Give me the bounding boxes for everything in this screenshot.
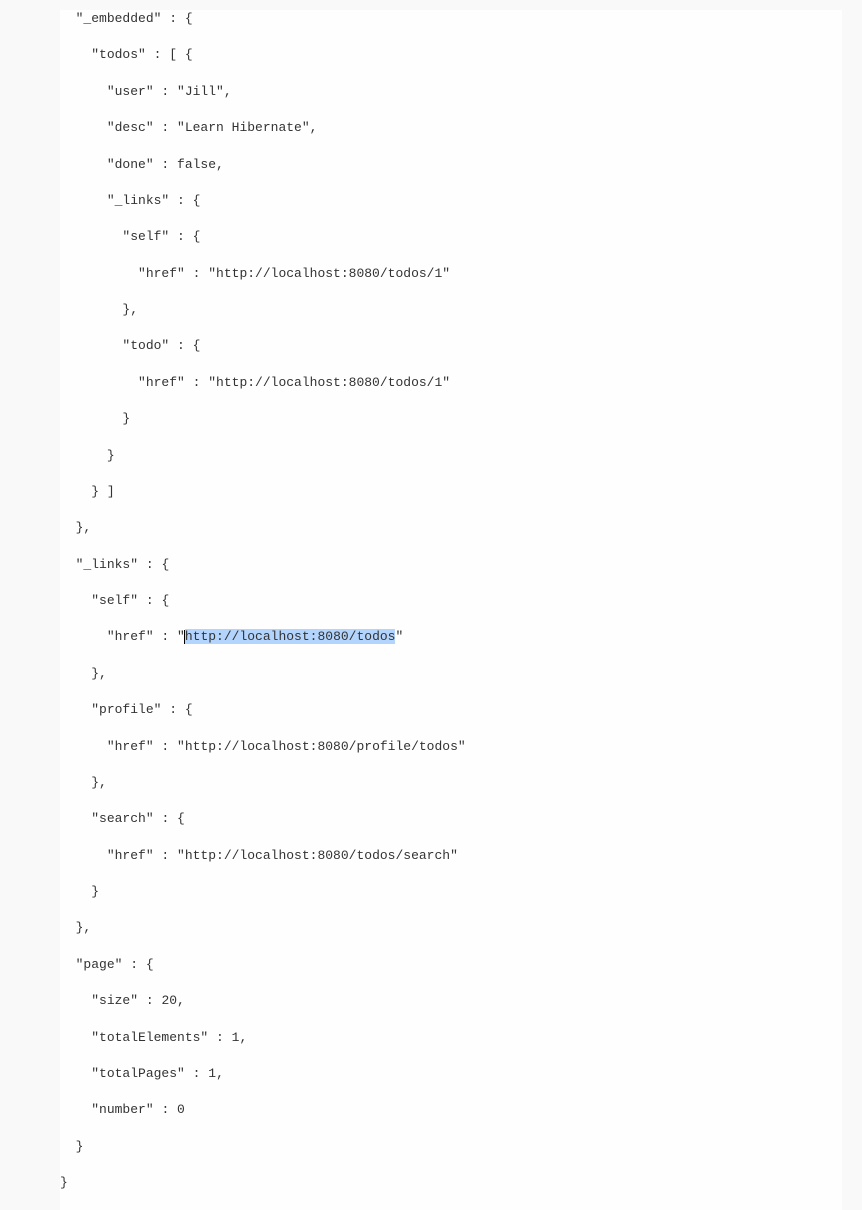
json-line: "totalPages" : 1, bbox=[60, 1065, 842, 1083]
json-line: "desc" : "Learn Hibernate", bbox=[60, 119, 842, 137]
json-line: "_links" : { bbox=[60, 192, 842, 210]
json-key: "totalElements" bbox=[91, 1030, 208, 1045]
json-line: "todo" : { bbox=[60, 337, 842, 355]
json-value: false bbox=[177, 157, 216, 172]
json-line: }, bbox=[60, 665, 842, 683]
json-line: } bbox=[60, 447, 842, 465]
json-line: } ] bbox=[60, 483, 842, 501]
json-line: "totalElements" : 1, bbox=[60, 1029, 842, 1047]
json-key: "desc" bbox=[107, 120, 154, 135]
json-key: "_embedded" bbox=[76, 11, 162, 26]
json-key: "totalPages" bbox=[91, 1066, 185, 1081]
json-line: }, bbox=[60, 301, 842, 319]
json-key: "_links" bbox=[76, 557, 138, 572]
json-line: } bbox=[60, 1174, 842, 1192]
json-line: "self" : { bbox=[60, 592, 842, 610]
json-key: "href" bbox=[107, 848, 154, 863]
json-key: "href" bbox=[138, 266, 185, 281]
json-value: "Jill" bbox=[177, 84, 224, 99]
json-line: "href" : "http://localhost:8080/todos/1" bbox=[60, 374, 842, 392]
json-key: "todos" bbox=[91, 47, 146, 62]
json-line: }, bbox=[60, 774, 842, 792]
json-key: "search" bbox=[91, 811, 153, 826]
json-key: "size" bbox=[91, 993, 138, 1008]
json-value: 20 bbox=[161, 993, 177, 1008]
json-line: } bbox=[60, 1138, 842, 1156]
json-value: "Learn Hibernate" bbox=[177, 120, 310, 135]
json-key: "href" bbox=[138, 375, 185, 390]
json-line: } bbox=[60, 410, 842, 428]
json-key: "href" bbox=[107, 739, 154, 754]
json-line: "user" : "Jill", bbox=[60, 83, 842, 101]
json-key: "user" bbox=[107, 84, 154, 99]
json-key: "profile" bbox=[91, 702, 161, 717]
json-line: }, bbox=[60, 919, 842, 937]
json-key: "page" bbox=[76, 957, 123, 972]
selected-text[interactable]: http://localhost:8080/todos bbox=[185, 629, 396, 644]
json-line: }, bbox=[60, 519, 842, 537]
json-line: "href" : "http://localhost:8080/todos/1" bbox=[60, 265, 842, 283]
json-value: "http://localhost:8080/todos/1" bbox=[208, 375, 450, 390]
json-line: "search" : { bbox=[60, 810, 842, 828]
json-line: "_embedded" : { bbox=[60, 10, 842, 28]
json-line: } bbox=[60, 883, 842, 901]
json-key: "todo" bbox=[122, 338, 169, 353]
json-key: "done" bbox=[107, 157, 154, 172]
json-value: 1 bbox=[232, 1030, 240, 1045]
json-line: "profile" : { bbox=[60, 701, 842, 719]
json-line: "href" : "http://localhost:8080/profile/… bbox=[60, 738, 842, 756]
json-line: "_links" : { bbox=[60, 556, 842, 574]
json-line: "number" : 0 bbox=[60, 1101, 842, 1119]
json-value: 0 bbox=[177, 1102, 185, 1117]
json-key: "_links" bbox=[107, 193, 169, 208]
json-line: "self" : { bbox=[60, 228, 842, 246]
json-line: "href" : "http://localhost:8080/todos" bbox=[60, 628, 842, 646]
json-line: "size" : 20, bbox=[60, 992, 842, 1010]
json-line: "href" : "http://localhost:8080/todos/se… bbox=[60, 847, 842, 865]
json-line: "page" : { bbox=[60, 956, 842, 974]
json-value: "http://localhost:8080/todos/1" bbox=[208, 266, 450, 281]
json-value: "http://localhost:8080/todos/search" bbox=[177, 848, 458, 863]
json-line: "todos" : [ { bbox=[60, 46, 842, 64]
json-line: "done" : false, bbox=[60, 156, 842, 174]
json-key: "number" bbox=[91, 1102, 153, 1117]
json-code-block: "_embedded" : { "todos" : [ { "user" : "… bbox=[60, 10, 842, 1210]
json-value: "http://localhost:8080/profile/todos" bbox=[177, 739, 466, 754]
json-value: 1 bbox=[208, 1066, 216, 1081]
json-key: "href" bbox=[107, 629, 154, 644]
json-key: "self" bbox=[122, 229, 169, 244]
